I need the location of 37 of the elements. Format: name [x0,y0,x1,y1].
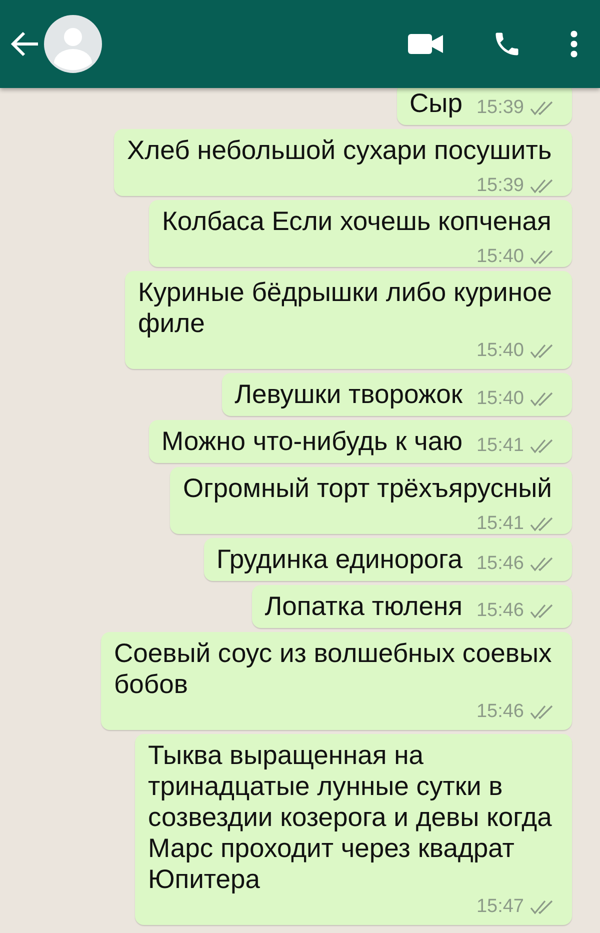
double-check-icon [530,343,554,359]
message-time: 15:41 [476,513,524,534]
double-check-icon [530,249,554,265]
double-check-icon [530,556,554,572]
more-options-icon[interactable] [570,30,578,58]
message-text: Левушки творожок [234,379,462,409]
message-text: Колбаса Если хочешь копченая [162,206,552,236]
message-text: Соевый соус из волшебных соевых бобов [114,638,552,699]
message-time: 15:40 [476,246,524,267]
double-check-icon [530,704,554,720]
double-check-icon [530,391,554,407]
message-time: 15:46 [476,553,524,574]
video-call-icon[interactable] [408,32,444,56]
message-time: 15:46 [476,701,524,722]
message-text: Можно что-нибудь к чаю [162,426,462,456]
message-text: Хлеб небольшой сухари посушить [127,135,552,165]
message-time: 15:46 [476,600,524,621]
message-text: Куриные бёдрышки либо куриное филе [138,277,552,338]
message-time: 15:47 [476,896,524,917]
message-text: Грудинка единорога [216,544,462,574]
message-text: Огромный торт трёхъярусный [183,473,552,503]
double-check-icon [530,516,554,532]
double-check-icon [530,100,554,116]
back-icon[interactable] [10,30,40,58]
double-check-icon [530,899,554,915]
double-check-icon [530,178,554,194]
message-time: 15:40 [476,340,524,361]
double-check-icon [530,603,554,619]
message-time: 15:39 [476,175,524,196]
message-text: Сыр [410,88,462,118]
message-text: Тыква выращенная на тринадцатые лунные сутки в созвездии козерога и девы когда Марс проходит через квадрат Юпитера [148,740,552,894]
double-check-icon [530,438,554,454]
message-time: 15:41 [476,435,524,456]
message-text: Лопатка тюленя [264,591,462,621]
message-time: 15:39 [476,97,524,118]
message-time: 15:40 [476,388,524,409]
avatar-icon[interactable] [44,15,102,73]
